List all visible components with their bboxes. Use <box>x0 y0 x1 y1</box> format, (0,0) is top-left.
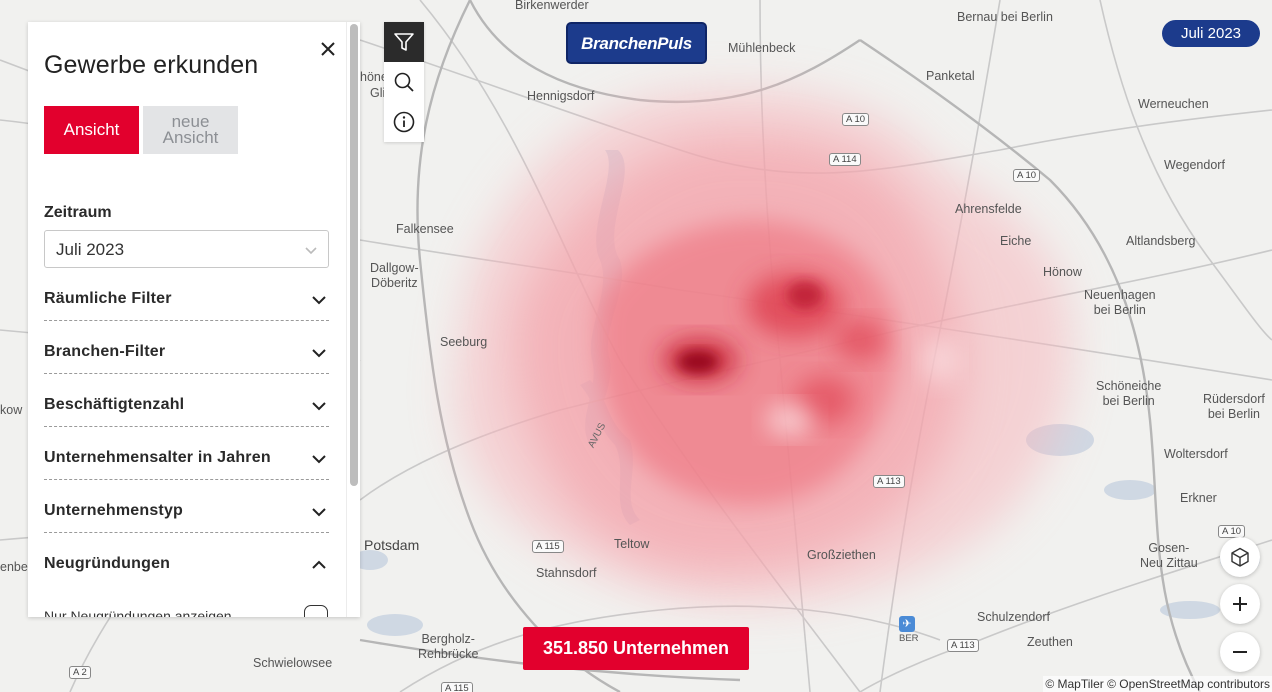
chevron-down-icon <box>312 402 326 411</box>
place-stahnsdorf: Stahnsdorf <box>536 566 597 580</box>
place-panketal: Panketal <box>926 69 975 83</box>
filter-raeumliche[interactable]: Räumliche Filter <box>44 275 329 321</box>
zeitraum-value: Juli 2023 <box>56 240 125 259</box>
chevron-down-icon <box>312 508 326 517</box>
filter-branchen[interactable]: Branchen-Filter <box>44 328 329 374</box>
zeitraum-label: Zeitraum <box>44 204 112 221</box>
chevron-up-icon <box>312 560 326 569</box>
filter-label: Unternehmensalter in Jahren <box>44 449 271 466</box>
zoom-in-button[interactable] <box>1220 584 1260 624</box>
place-ahrensfelde: Ahrensfelde <box>955 202 1022 216</box>
scrollbar-thumb[interactable] <box>350 24 358 486</box>
chevron-down-icon <box>305 247 317 255</box>
airport-label: BER <box>899 633 919 644</box>
toggle-label: Nur Neugründungen anzeigen <box>44 608 232 617</box>
place-potsdam: Potsdam <box>364 537 420 553</box>
zoom-out-button[interactable] <box>1220 632 1260 672</box>
highway-shield: A 115 <box>441 682 473 692</box>
place-wegendorf: Wegendorf <box>1164 158 1225 172</box>
filter-neugruendungen[interactable]: Neugründungen <box>44 540 329 586</box>
highway-shield: A 2 <box>69 666 91 679</box>
place-schoeneiche: Schöneiche bei Berlin <box>1096 379 1162 408</box>
company-count: 351.850 Unternehmen <box>523 627 749 670</box>
highway-shield: A 113 <box>873 475 905 488</box>
info-tool-button[interactable] <box>384 102 424 142</box>
map-attribution[interactable]: © MapTiler © OpenStreetMap contributors <box>1043 676 1272 692</box>
place-altlandsberg: Altlandsberg <box>1126 234 1196 248</box>
place-grossziethen: Großziethen <box>807 548 876 562</box>
new-view-button[interactable]: neue Ansicht <box>143 106 238 154</box>
highway-shield: A 114 <box>829 153 861 166</box>
place-bergholz: Bergholz- Rehbrücke <box>418 632 479 661</box>
airplane-icon: ✈ <box>899 616 915 632</box>
highway-shield: A 10 <box>1013 169 1041 182</box>
date-badge: Juli 2023 <box>1162 20 1260 47</box>
place-neuenhagen: Neuenhagen bei Berlin <box>1084 288 1156 317</box>
place-gosen: Gosen- Neu Zittau <box>1140 541 1198 570</box>
place-woltersdorf: Woltersdorf <box>1164 447 1228 461</box>
neugruendungen-toggle[interactable] <box>304 605 328 617</box>
place-erkner: Erkner <box>1180 491 1217 505</box>
zeitraum-select[interactable]: Juli 2023 <box>44 230 329 268</box>
place-muehlenbeck: Mühlenbeck <box>728 41 796 55</box>
map-toolbar <box>384 22 424 142</box>
highway-shield: A 115 <box>532 540 564 553</box>
place-schwielowsee: Schwielowsee <box>253 656 333 670</box>
panel-scrollbar[interactable] <box>346 22 360 617</box>
chevron-down-icon <box>312 349 326 358</box>
filter-label: Neugründungen <box>44 555 171 572</box>
search-icon <box>394 72 414 92</box>
highway-shield: A 10 <box>842 113 870 126</box>
filter-label: Beschäftigtenzahl <box>44 396 185 413</box>
neugruendungen-toggle-row: Nur Neugründungen anzeigen <box>44 605 329 617</box>
place-zeuthen: Zeuthen <box>1027 635 1073 649</box>
chevron-down-icon <box>312 296 326 305</box>
info-icon <box>393 111 415 133</box>
3d-view-button[interactable] <box>1220 537 1260 577</box>
view-button[interactable]: Ansicht <box>44 106 139 154</box>
highway-shield: A 113 <box>947 639 979 652</box>
place-ruedersdorf: Rüdersdorf bei Berlin <box>1203 392 1265 421</box>
place-schulzendorf: Schulzendorf <box>977 610 1050 624</box>
filter-label: Unternehmenstyp <box>44 502 184 519</box>
3d-cube-icon <box>1231 547 1249 567</box>
filter-unternehmensalter[interactable]: Unternehmensalter in Jahren <box>44 434 329 480</box>
filter-label: Räumliche Filter <box>44 290 172 307</box>
place-bernau: Bernau bei Berlin <box>957 10 1053 24</box>
place-teltow: Teltow <box>614 537 650 551</box>
place-falkensee: Falkensee <box>396 222 454 236</box>
close-button[interactable] <box>317 38 339 60</box>
place-birkenwerder: Birkenwerder <box>515 0 589 12</box>
place-hennigsdorf: Hennigsdorf <box>527 89 595 103</box>
place-werneuchen: Werneuchen <box>1138 97 1209 111</box>
chevron-down-icon <box>312 455 326 464</box>
filter-panel: Gewerbe erkunden Ansicht neue Ansicht Ze… <box>28 22 360 617</box>
zoom-in-icon <box>1233 597 1247 611</box>
zoom-out-icon <box>1233 651 1247 653</box>
place-kow: kow <box>0 403 23 417</box>
brand-logo: BranchenPuls <box>566 22 707 64</box>
close-icon <box>321 42 335 56</box>
place-eiche: Eiche <box>1000 234 1032 248</box>
filter-label: Branchen-Filter <box>44 343 166 360</box>
filter-tool-button[interactable] <box>384 22 424 62</box>
search-tool-button[interactable] <box>384 62 424 102</box>
place-seeburg: Seeburg <box>440 335 488 349</box>
filter-unternehmenstyp[interactable]: Unternehmenstyp <box>44 487 329 533</box>
place-dallgow: Dallgow- Döberitz <box>370 261 419 290</box>
filter-icon <box>394 33 414 51</box>
panel-title: Gewerbe erkunden <box>44 51 259 79</box>
filter-beschaeftigte[interactable]: Beschäftigtenzahl <box>44 381 329 427</box>
place-hoenow: Hönow <box>1043 265 1082 279</box>
